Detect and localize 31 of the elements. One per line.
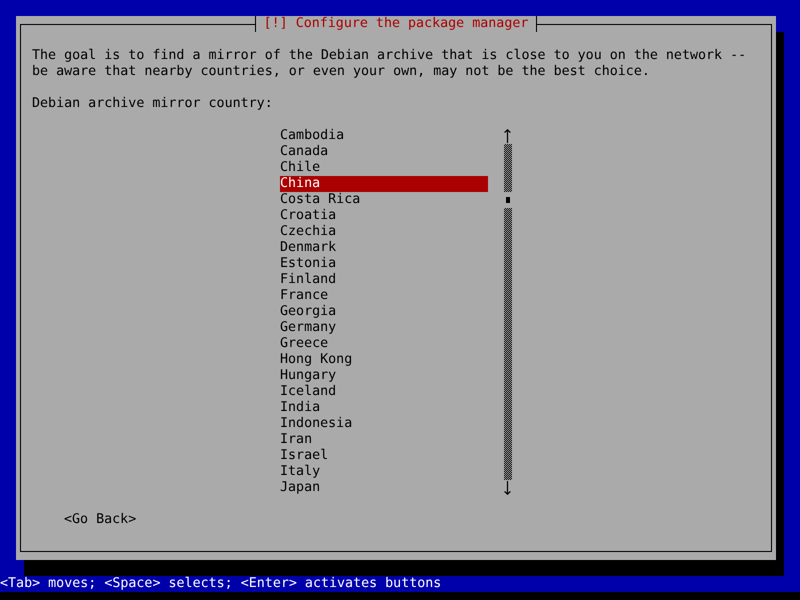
country-option[interactable]: India <box>280 400 488 416</box>
country-option[interactable]: Czechia <box>280 224 488 240</box>
country-option[interactable]: Chile <box>280 160 488 176</box>
dialog-title: [!] Configure the package manager <box>254 16 538 32</box>
country-option[interactable]: Estonia <box>280 256 488 272</box>
country-option[interactable]: Finland <box>280 272 488 288</box>
country-option[interactable]: Hong Kong <box>280 352 488 368</box>
scroll-thumb[interactable] <box>506 197 510 203</box>
country-option[interactable]: Denmark <box>280 240 488 256</box>
scrollbar-track[interactable] <box>504 144 512 480</box>
country-option[interactable]: Indonesia <box>280 416 488 432</box>
country-option[interactable]: China <box>280 176 488 192</box>
country-option[interactable]: Hungary <box>280 368 488 384</box>
country-option[interactable]: Japan <box>280 480 488 496</box>
country-option[interactable]: Georgia <box>280 304 488 320</box>
description-text: The goal is to find a mirror of the Debian archive that is close to you on the network -- be aware that nearby countries, or even your own, may not be the best choice. <box>32 48 748 80</box>
scroll-down-arrow-icon[interactable] <box>504 481 511 495</box>
country-option[interactable]: Costa Rica <box>280 192 488 208</box>
country-option[interactable]: Germany <box>280 320 488 336</box>
country-option[interactable]: France <box>280 288 488 304</box>
country-option[interactable]: Croatia <box>280 208 488 224</box>
country-option[interactable]: Greece <box>280 336 488 352</box>
country-option[interactable]: Canada <box>280 144 488 160</box>
scroll-up-arrow-icon[interactable] <box>504 129 511 143</box>
country-option[interactable]: Italy <box>280 464 488 480</box>
country-option[interactable]: Iceland <box>280 384 488 400</box>
country-option[interactable]: Iran <box>280 432 488 448</box>
country-option[interactable]: Israel <box>280 448 488 464</box>
go-back-button[interactable]: <Go Back> <box>64 512 136 528</box>
prompt-label: Debian archive mirror country: <box>32 96 274 112</box>
country-option[interactable]: Cambodia <box>280 128 488 144</box>
